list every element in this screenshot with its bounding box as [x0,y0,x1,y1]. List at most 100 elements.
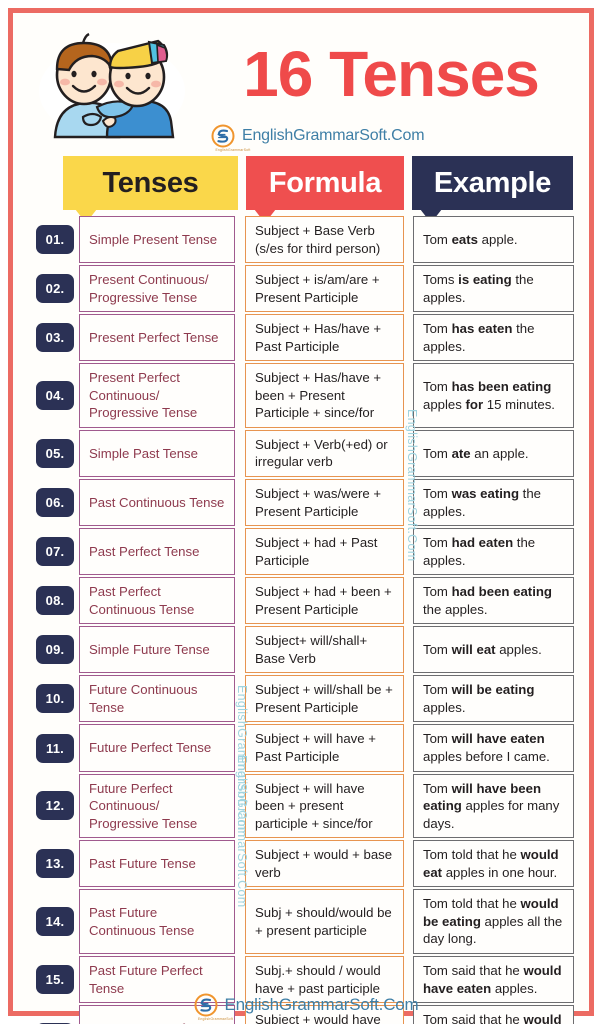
poster-frame: 16 Tenses EnglishGrammarSoft EnglishGram… [8,8,594,1024]
row-number-badge: 06. [31,479,79,526]
row-number-badge: 04. [31,363,79,428]
example-text: Toms [423,272,459,288]
table-row: 12. Future Perfect Continuous/ Progressiv… [31,773,591,839]
table-row: 08. Past Perfect Continuous Tense Subject … [31,577,591,625]
example-text: apple. [477,231,518,247]
formula-cell: Subj + should/would be + present partici… [245,889,404,954]
row-number-label: 03. [36,323,74,353]
example-cell: Tom has been eating apples for 15 minute… [413,363,574,428]
page-title: 16 Tenses [243,38,540,110]
example-cell: Tom had been eating the apples. [413,577,574,625]
row-number-badge: 01. [31,216,79,263]
two-kids-illustration [37,29,187,141]
row-number-label: 05. [36,438,74,468]
table-row: 01. Simple Present Tense Subject + Base Ve… [31,216,591,264]
example-cell: Tom will eat apples. [413,626,574,674]
row-number-label: 08. [36,586,74,616]
tense-cell: Past Perfect Tense [79,528,235,576]
tense-cell: Future Continuous Tense [79,675,235,723]
row-number-badge: 09. [31,626,79,673]
example-text: Tom told that he [423,896,521,912]
example-emphasis: will eat [451,642,496,658]
example-emphasis: ate [451,445,471,461]
example-cell: Tom eats apple. [413,216,574,264]
row-number-badge: 11. [31,724,79,771]
row-number-label: 01. [36,225,74,255]
example-cell: Tom will be eating apples. [413,675,574,723]
row-number-badge: 12. [31,774,79,839]
row-number-label: 10. [36,684,74,714]
example-cell: Tom has eaten the apples. [413,314,574,362]
example-emphasis: has eaten [451,321,513,337]
example-text: apples before I came. [423,749,550,765]
example-emphasis: for [465,396,484,412]
example-text: apples. [495,642,542,658]
example-cell: Tom ate an apple. [413,429,574,478]
table-row: 05. Simple Past Tense Subject + Verb(+ed) … [31,429,591,478]
row-number-label: 02. [36,274,74,304]
tense-cell: Past Future Continuous Tense [79,889,235,954]
example-emphasis: eats [451,231,478,247]
example-text: an apple. [470,445,529,461]
table-row: 06. Past Continuous Tense Subject + was/we… [31,479,591,527]
formula-cell: Subject+ will/shall+ Base Verb [245,626,404,674]
example-emphasis: will have eaten [451,731,545,747]
tense-cell: Future Perfect Tense [79,724,235,772]
row-number-label: 14. [36,907,74,937]
formula-cell: Subject + had + Past Participle [245,528,404,576]
example-cell: Tom told that he would eat apples in one… [413,840,574,888]
table-row: 02. Present Continuous/ Progressive Tense… [31,265,591,313]
example-cell: Tom told that he would be eating apples … [413,889,574,954]
column-header-tenses-label: Tenses [102,166,199,199]
tense-cell: Simple Past Tense [79,429,235,478]
formula-cell: Subject + had + been + Present Participl… [245,577,404,625]
example-text: apples in one hour. [442,864,558,880]
formula-cell: Subject + is/am/are + Present Participle [245,265,404,313]
brand-logo-subtext: EnglishGrammarSoft [215,148,251,152]
brand-logo-subtext: EnglishGrammarSoft [197,1017,234,1021]
example-emphasis: was eating [451,486,520,502]
example-text: Tom [423,231,452,247]
row-number-label: 11. [36,733,74,763]
column-header-formula-label: Formula [268,166,382,199]
table-row: 11. Future Perfect Tense Subject + will ha… [31,724,591,772]
table-row: 07. Past Perfect Tense Subject + had + Pas… [31,528,591,576]
example-text: Tom [423,445,452,461]
example-cell: Tom was eating the apples. [413,479,574,527]
brand-logo-icon: EnglishGrammarSoft [194,993,233,1021]
example-text: Tom said that he [423,962,524,978]
example-text: apples [423,396,466,412]
example-emphasis: has been eating [451,379,552,395]
table-row: 13. Past Future Tense Subject + would + ba… [31,840,591,888]
row-number-label: 07. [36,537,74,567]
row-number-badge: 10. [31,675,79,722]
example-cell: Tom will have been eating apples for man… [413,773,574,839]
formula-cell: Subject + Base Verb (s/es for third pers… [245,216,404,264]
footer-brand: EnglishGrammarSoft EnglishGrammarSoft.Co… [13,988,599,1022]
poster-header: 16 Tenses EnglishGrammarSoft EnglishGram… [31,23,581,152]
formula-cell: Subject + Verb(+ed) or irregular verb [245,429,404,478]
example-text: Tom [423,379,452,395]
example-text: Tom [423,535,452,551]
table-row: 04. Present Perfect Continuous/ Progressi… [31,363,591,428]
row-number-badge: 13. [31,840,79,887]
table-row: 09. Simple Future Tense Subject+ will/shal… [31,626,591,674]
tense-cell: Past Perfect Continuous Tense [79,577,235,625]
example-text: apples. [423,699,466,715]
tense-cell: Past Future Tense [79,840,235,888]
tense-cell: Past Continuous Tense [79,479,235,527]
example-emphasis: had eaten [451,535,514,551]
row-number-badge: 07. [31,528,79,575]
example-text: the apples. [423,601,488,617]
formula-cell: Subject + Has/have + Past Participle [245,314,404,362]
example-text: Tom [423,780,452,796]
tense-cell: Simple Future Tense [79,626,235,674]
formula-cell: Subject + will/shall be + Present Partic… [245,675,404,723]
table-row: 14. Past Future Continuous Tense Subj + sh… [31,889,591,954]
table-row: 03. Present Perfect Tense Subject + Has/ha… [31,314,591,362]
column-header-formula: Formula [246,156,404,223]
tense-cell: Present Perfect Tense [79,314,235,362]
row-number-label: 06. [36,488,74,518]
tenses-table: 01. Simple Present Tense Subject + Base Ve… [31,216,591,1024]
example-text: Tom told that he [423,847,521,863]
